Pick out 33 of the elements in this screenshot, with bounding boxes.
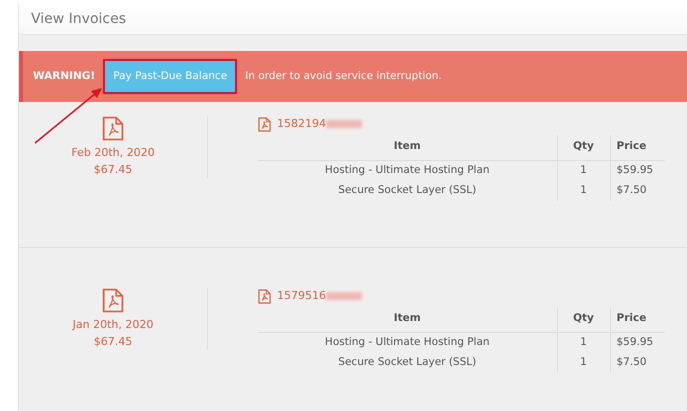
column-header: Item — [258, 134, 557, 161]
pdf-icon[interactable] — [258, 116, 271, 132]
table-cell: Hosting - Ultimate Hosting Plan — [258, 160, 557, 181]
pdf-icon[interactable] — [258, 288, 271, 304]
table-cell: Secure Socket Layer (SSL) — [258, 181, 557, 201]
table-cell: $59.95 — [610, 160, 665, 181]
table-cell: 1 — [557, 160, 610, 181]
table-cell: $7.50 — [610, 181, 665, 201]
redaction-blur — [326, 120, 362, 128]
table-cell: $7.50 — [610, 353, 665, 373]
invoice-number-link[interactable]: 1582194 — [277, 116, 326, 132]
table-cell: 1 — [557, 353, 610, 373]
invoice-amount: $67.45 — [94, 162, 132, 178]
invoice-date: Jan 20th, 2020 — [72, 317, 154, 333]
table-cell: Hosting - Ultimate Hosting Plan — [258, 332, 557, 353]
invoice-number-link[interactable]: 1579516 — [277, 288, 326, 304]
invoice-date: Feb 20th, 2020 — [71, 145, 155, 161]
redaction-blur — [326, 292, 362, 300]
pay-balance-button[interactable]: Pay Past-Due Balance — [105, 60, 236, 92]
table-cell: 1 — [557, 332, 610, 353]
table-cell: Secure Socket Layer (SSL) — [258, 353, 557, 373]
warning-label: WARNING! — [33, 68, 96, 84]
table-cell: $59.95 — [610, 332, 665, 353]
annotation-arrow — [34, 88, 102, 144]
column-header: Qty — [557, 306, 610, 333]
table-cell: 1 — [557, 181, 610, 201]
column-header: Price — [610, 134, 665, 161]
column-header: Price — [610, 306, 665, 333]
invoice-amount: $67.45 — [94, 334, 132, 350]
column-header: Item — [258, 306, 557, 333]
warning-message: In order to avoid service interruption. — [245, 68, 442, 84]
panel-title: View Invoices — [31, 11, 126, 27]
column-header: Qty — [557, 134, 610, 161]
